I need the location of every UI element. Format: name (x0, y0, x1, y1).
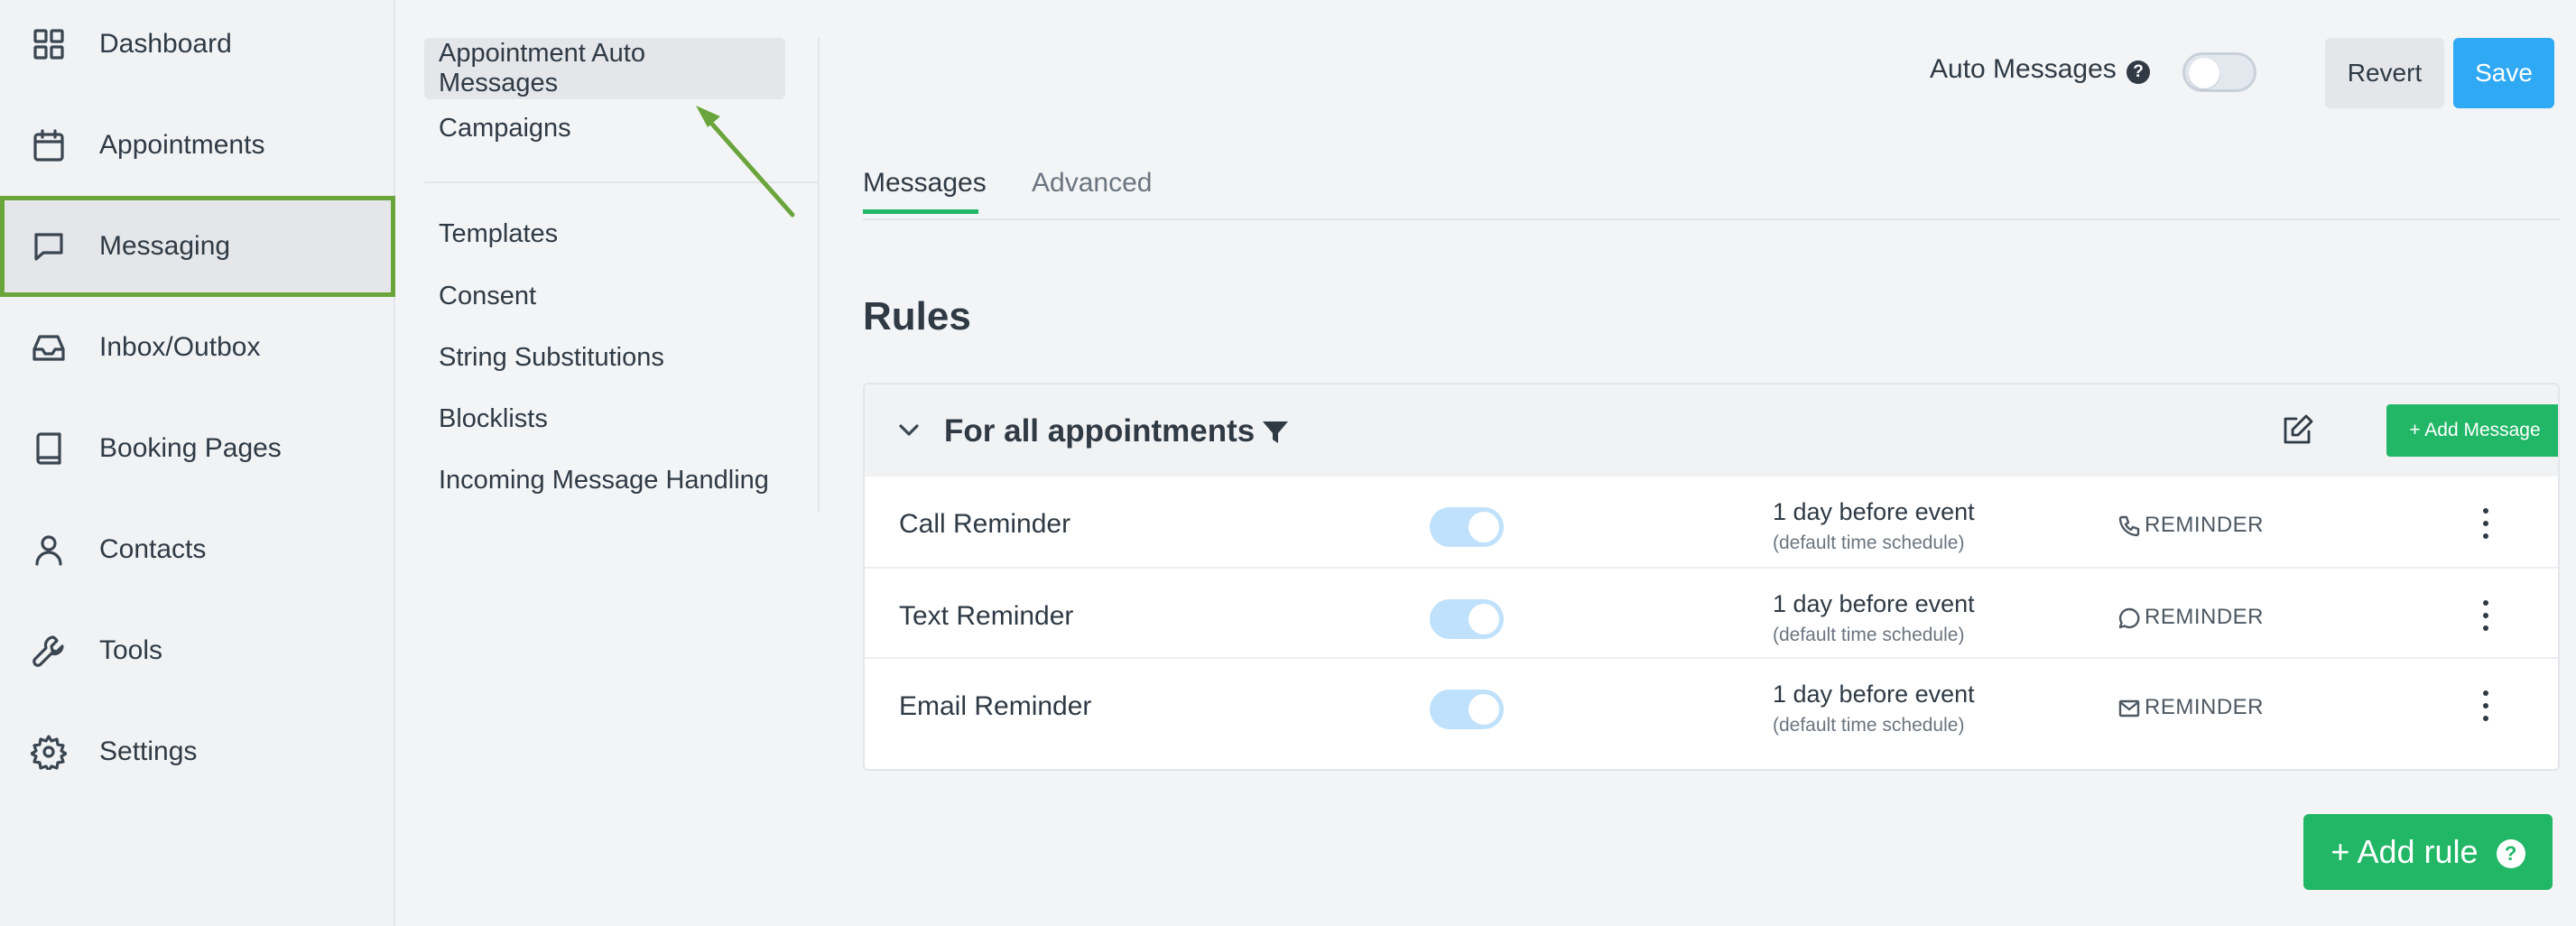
message-schedule: (default time schedule) (1773, 532, 1965, 553)
add-rule-button[interactable]: + Add rule ? (2303, 814, 2553, 890)
toggle-knob (2189, 58, 2219, 88)
edit-icon[interactable] (2280, 412, 2316, 448)
calendar-icon (31, 127, 67, 163)
message-schedule: (default time schedule) (1773, 715, 1965, 736)
message-row: Text Reminder 1 day before event (defaul… (865, 567, 2558, 657)
rule-group-title: For all appointments (944, 413, 1256, 449)
more-options-icon[interactable] (2477, 688, 2495, 724)
toggle-knob (1469, 604, 1499, 634)
subnav-item-consent[interactable]: Consent (424, 265, 551, 327)
message-schedule: (default time schedule) (1773, 625, 1965, 645)
message-timing: 1 day before event (1773, 590, 1975, 617)
toggle-knob (1469, 694, 1499, 725)
messaging-subnav: Appointment Auto Messages Campaigns Temp… (395, 0, 820, 926)
sidebar-item-label: Messaging (99, 231, 231, 261)
chat-icon (31, 228, 67, 264)
message-enabled-toggle[interactable] (1430, 599, 1504, 639)
message-timing: 1 day before event (1773, 498, 1975, 525)
filter-icon[interactable] (1260, 417, 1291, 448)
user-icon (31, 532, 67, 568)
message-name: Call Reminder (899, 509, 1071, 539)
sidebar-item-tools[interactable]: Tools (0, 600, 395, 701)
sidebar-item-dashboard[interactable]: Dashboard (0, 0, 395, 95)
message-type: REMINDER (2145, 695, 2265, 719)
chat-bubble-icon (2117, 607, 2141, 630)
tabs-divider (863, 218, 2560, 220)
sidebar-item-label: Dashboard (99, 29, 232, 59)
book-icon (31, 431, 67, 467)
grid-icon (31, 26, 67, 62)
sidebar-item-inbox-outbox[interactable]: Inbox/Outbox (0, 297, 395, 398)
message-enabled-toggle[interactable] (1430, 507, 1504, 547)
gear-icon (31, 734, 67, 770)
sidebar-item-appointments[interactable]: Appointments (0, 95, 395, 196)
rule-group-header: For all appointments + Add Message (865, 384, 2558, 477)
save-button[interactable]: Save (2453, 38, 2554, 108)
add-rule-label: + Add rule (2330, 833, 2479, 870)
sidebar-item-label: Tools (99, 635, 163, 665)
auto-messages-toggle[interactable] (2182, 52, 2256, 92)
tab-advanced[interactable]: Advanced (1032, 168, 1152, 199)
page-title: Rules (863, 294, 971, 338)
sidebar-item-label: Appointments (99, 130, 265, 160)
tab-messages[interactable]: Messages (863, 168, 987, 199)
rule-group-card: For all appointments + Add Message Call … (863, 383, 2560, 771)
help-icon[interactable]: ? (2127, 60, 2150, 84)
revert-button[interactable]: Revert (2325, 38, 2444, 108)
toggle-knob (1469, 512, 1499, 542)
help-icon: ? (2496, 839, 2525, 869)
message-enabled-toggle[interactable] (1430, 690, 1504, 729)
subnav-item-templates[interactable]: Templates (424, 203, 572, 264)
inbox-icon (31, 329, 67, 366)
active-tab-indicator (863, 209, 978, 214)
sidebar-item-contacts[interactable]: Contacts (0, 499, 395, 600)
message-row: Call Reminder 1 day before event (defaul… (865, 477, 2558, 567)
sidebar-item-label: Settings (99, 736, 198, 766)
sidebar-item-messaging[interactable]: Messaging (0, 196, 395, 297)
message-timing: 1 day before event (1773, 681, 1975, 708)
wrench-icon (31, 633, 67, 669)
phone-icon (2117, 514, 2141, 538)
subnav-item-string-substitutions[interactable]: String Substitutions (424, 327, 679, 388)
message-name: Text Reminder (899, 601, 1074, 631)
auto-messages-label: Auto Messages (1930, 54, 2117, 84)
more-options-icon[interactable] (2477, 597, 2495, 634)
sidebar-item-label: Contacts (99, 534, 207, 564)
subnav-item-incoming-message-handling[interactable]: Incoming Message Handling (424, 449, 783, 511)
sidebar-item-label: Inbox/Outbox (99, 332, 261, 362)
sidebar-item-label: Booking Pages (99, 433, 282, 463)
message-name: Email Reminder (899, 691, 1092, 721)
add-message-button[interactable]: + Add Message (2386, 404, 2558, 457)
subnav-item-blocklists[interactable]: Blocklists (424, 388, 562, 449)
sidebar-item-booking-pages[interactable]: Booking Pages (0, 398, 395, 499)
main-sidebar: Dashboard Appointments Messaging Inbox/O… (0, 0, 395, 926)
main-content: Auto Messages ? Revert Save Messages Adv… (820, 0, 2576, 926)
envelope-icon (2117, 697, 2141, 720)
message-type: REMINDER (2145, 513, 2265, 537)
subnav-item-appointment-auto-messages[interactable]: Appointment Auto Messages (424, 38, 785, 99)
sidebar-item-settings[interactable]: Settings (0, 701, 395, 802)
more-options-icon[interactable] (2477, 505, 2495, 542)
chevron-down-icon[interactable] (895, 417, 922, 444)
message-row: Email Reminder 1 day before event (defau… (865, 657, 2558, 747)
subnav-item-campaigns[interactable]: Campaigns (424, 97, 586, 159)
subnav-divider (424, 181, 818, 183)
message-type: REMINDER (2145, 605, 2265, 629)
